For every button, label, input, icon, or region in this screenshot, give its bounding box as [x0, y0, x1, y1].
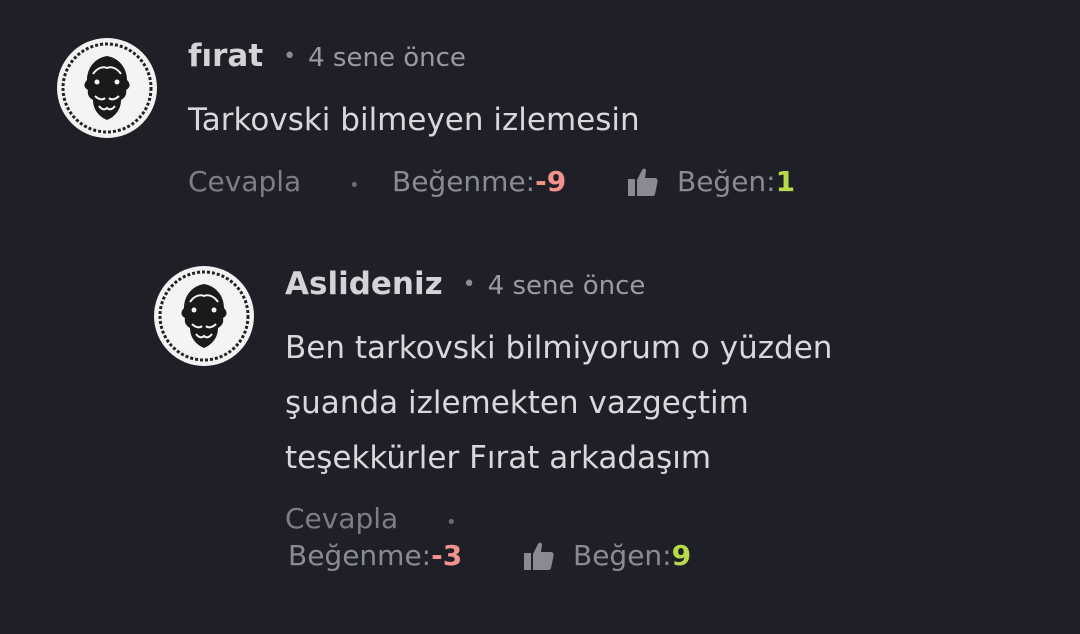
action-separator: • — [446, 512, 457, 533]
dislike-count: -9 — [535, 165, 567, 198]
comment-line: Ben tarkovski bilmiyorum o yüzden — [285, 330, 833, 366]
dislike-label: Beğenme: — [392, 165, 536, 198]
separator-dot: • — [462, 272, 476, 297]
comment-text: Tarkovski bilmeyen izlemesin — [188, 102, 640, 138]
janus-coin-avatar-icon — [157, 269, 251, 363]
avatar[interactable] — [154, 266, 254, 366]
username[interactable]: Aslideniz — [285, 266, 443, 302]
dislike-count: -3 — [431, 539, 463, 572]
action-separator: • — [349, 175, 360, 196]
janus-coin-avatar-icon — [60, 41, 154, 135]
dislike-label: Beğenme: — [288, 539, 432, 572]
like-count: 1 — [775, 165, 796, 198]
comment-line: şuanda izlemekten vazgeçtim — [285, 385, 749, 421]
reply-button[interactable]: Cevapla — [285, 502, 398, 535]
dislike-button[interactable]: Beğenme: -9 — [392, 165, 566, 198]
comment-thread: fırat • 4 sene önce Tarkovski bilmeyen i… — [0, 0, 1080, 634]
avatar[interactable] — [57, 38, 157, 138]
reply-button[interactable]: Cevapla — [188, 165, 301, 198]
timestamp[interactable]: 4 sene önce — [308, 43, 466, 73]
like-label: Beğen: — [573, 539, 672, 572]
username[interactable]: fırat — [188, 38, 263, 74]
thumbs-up-icon — [523, 540, 555, 572]
thumbs-up-icon — [627, 166, 659, 198]
timestamp[interactable]: 4 sene önce — [488, 271, 646, 301]
like-count: 9 — [671, 539, 692, 572]
like-button[interactable]: Beğen: 1 — [627, 165, 795, 198]
comment-line: teşekkürler Fırat arkadaşım — [285, 440, 712, 476]
comment-text: Ben tarkovski bilmiyorum o yüzden şuanda… — [285, 321, 832, 486]
dislike-button[interactable]: Beğenme: -3 — [288, 539, 462, 572]
like-button[interactable]: Beğen: 9 — [523, 539, 691, 572]
separator-dot: • — [283, 44, 297, 69]
comment-header: Aslideniz • 4 sene önce — [285, 266, 645, 302]
comment-header: fırat • 4 sene önce — [188, 38, 466, 74]
like-label: Beğen: — [677, 165, 776, 198]
